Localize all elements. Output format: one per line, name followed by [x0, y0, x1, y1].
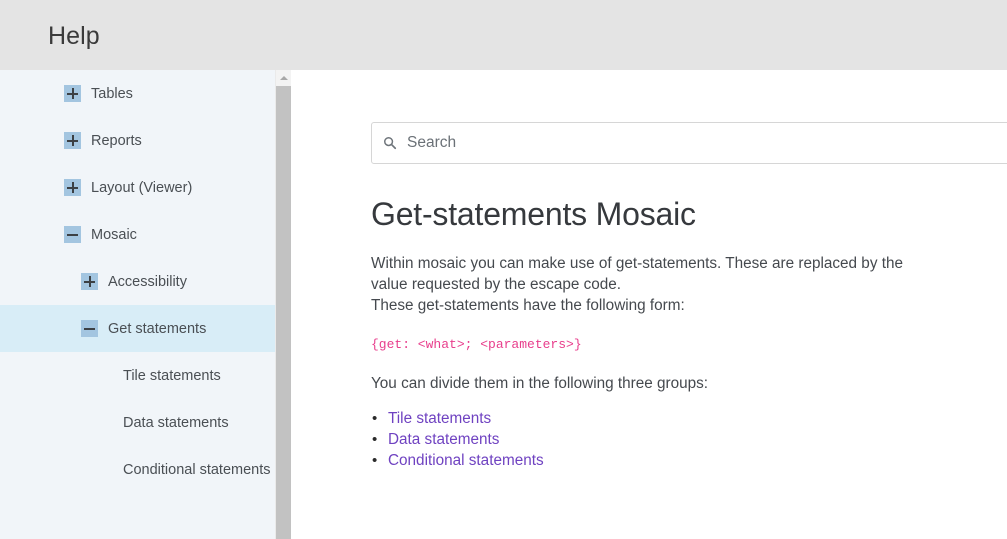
body-area: Tables Reports Layout (Viewer) Mosaic Access… [0, 70, 1007, 539]
collapse-minus-icon[interactable] [81, 320, 98, 337]
article-paragraph-2: These get-statements have the following … [371, 297, 685, 314]
sidebar-item-get-statements[interactable]: Get statements [0, 305, 291, 352]
sidebar-item-data-statements[interactable]: Data statements [0, 399, 291, 446]
sidebar-scrollbar[interactable] [275, 70, 291, 539]
sidebar-item-label: Data statements [123, 414, 229, 431]
sidebar-item-accessibility[interactable]: Accessibility [0, 258, 291, 305]
code-snippet: {get: <what>; <parameters>} [371, 337, 582, 352]
sidebar-item-label: Reports [91, 132, 142, 149]
group-link-list: Tile statements Data statements Conditiona… [371, 408, 971, 471]
sidebar-item-label: Tile statements [123, 367, 221, 384]
sidebar-item-tile-statements[interactable]: Tile statements [0, 352, 291, 399]
article-paragraph-1: Within mosaic you can make use of get-st… [371, 255, 903, 293]
sidebar-item-label: Layout (Viewer) [91, 179, 193, 196]
search-box[interactable] [371, 122, 1007, 164]
page-title: Help [48, 22, 100, 50]
search-icon [384, 137, 397, 150]
navigation-tree: Tables Reports Layout (Viewer) Mosaic Access… [0, 70, 291, 493]
sidebar-item-label: Accessibility [108, 273, 187, 290]
sidebar-item-label: Tables [91, 85, 133, 102]
scroll-up-arrow-icon[interactable] [276, 70, 291, 86]
group-link[interactable]: Conditional statements [388, 452, 544, 469]
expand-plus-icon[interactable] [64, 179, 81, 196]
article-title: Get-statements Mosaic [371, 196, 696, 232]
sidebar-item-label: Get statements [108, 320, 207, 337]
article: Get-statements Mosaic Within mosaic you … [371, 194, 971, 471]
sidebar-item-reports[interactable]: Reports [0, 117, 291, 164]
sidebar-item-label: Mosaic [91, 226, 137, 243]
sidebar-item-tables[interactable]: Tables [0, 70, 291, 117]
content-panel: Get-statements Mosaic Within mosaic you … [291, 70, 1007, 539]
help-window: Help Tables Reports Layout (Viewer) Mosaic A… [0, 0, 1007, 539]
list-item: Tile statements [372, 408, 971, 429]
expand-plus-icon[interactable] [81, 273, 98, 290]
group-link[interactable]: Data statements [388, 431, 499, 448]
group-link[interactable]: Tile statements [388, 410, 491, 427]
list-item: Conditional statements [372, 450, 971, 471]
app-header: Help [0, 0, 1007, 70]
expand-plus-icon[interactable] [64, 132, 81, 149]
sidebar: Tables Reports Layout (Viewer) Mosaic Access… [0, 70, 291, 539]
article-paragraph-3: You can divide them in the following thr… [371, 375, 709, 392]
sidebar-item-label: Conditional statements [123, 461, 271, 478]
sidebar-item-mosaic[interactable]: Mosaic [0, 211, 291, 258]
sidebar-item-conditional-statements[interactable]: Conditional statements [0, 446, 291, 493]
collapse-minus-icon[interactable] [64, 226, 81, 243]
search-input[interactable] [407, 132, 1007, 154]
sidebar-item-layout-viewer[interactable]: Layout (Viewer) [0, 164, 291, 211]
scrollbar-thumb[interactable] [276, 86, 291, 539]
list-item: Data statements [372, 429, 971, 450]
expand-plus-icon[interactable] [64, 85, 81, 102]
